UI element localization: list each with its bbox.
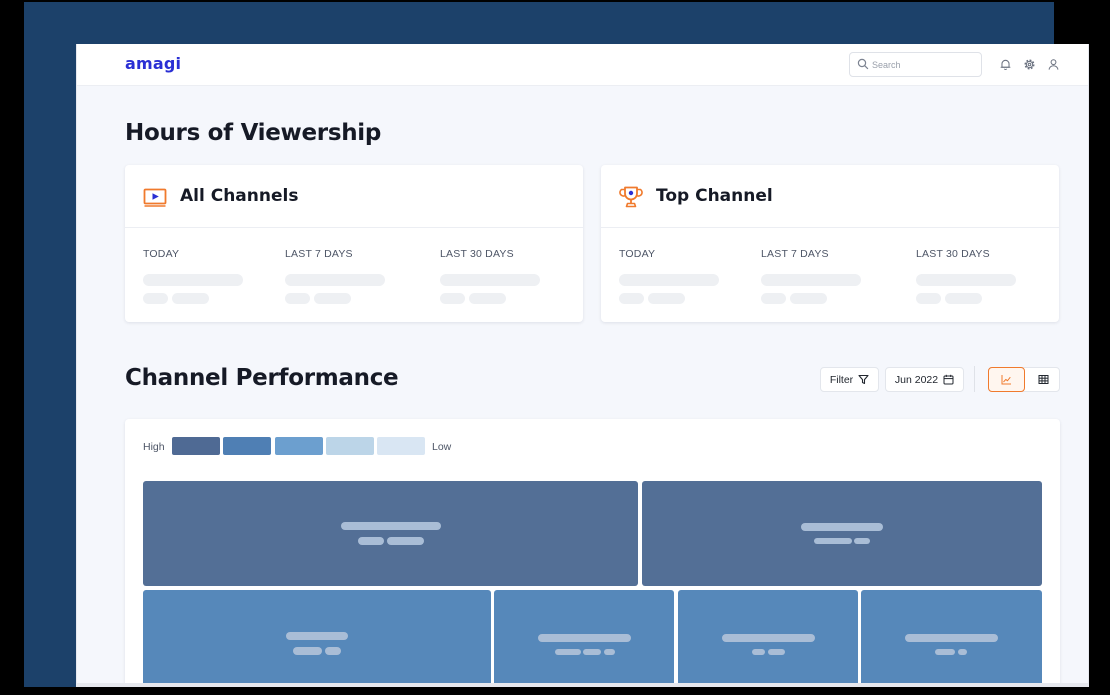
stat-last-30-days: LAST 30 DAYS bbox=[440, 248, 514, 260]
tile-value-placeholder bbox=[958, 649, 967, 655]
tile-label-placeholder bbox=[341, 522, 441, 530]
stat-label: LAST 7 DAYS bbox=[285, 248, 353, 260]
gear-icon[interactable] bbox=[1023, 58, 1036, 71]
treemap-tile[interactable] bbox=[642, 481, 1042, 586]
legend-swatch bbox=[275, 437, 323, 455]
table-view-toggle[interactable] bbox=[1025, 367, 1062, 392]
table-icon bbox=[1038, 375, 1049, 384]
legend-swatch bbox=[326, 437, 374, 455]
funnel-icon bbox=[858, 374, 869, 385]
value-placeholder bbox=[916, 274, 1016, 286]
amagi-logo[interactable]: amagi bbox=[125, 54, 181, 73]
tile-value-placeholder bbox=[935, 649, 955, 655]
stat-today: TODAY bbox=[143, 248, 179, 260]
value-placeholder bbox=[285, 274, 385, 286]
tile-value-placeholder bbox=[387, 537, 424, 545]
search-icon bbox=[857, 58, 869, 70]
stat-label: TODAY bbox=[143, 248, 180, 260]
play-icon bbox=[143, 188, 167, 207]
line-chart-icon bbox=[1001, 375, 1011, 385]
stat-label: LAST 7 DAYS bbox=[761, 248, 829, 260]
change-placeholder bbox=[790, 293, 827, 304]
calendar-icon bbox=[943, 374, 954, 385]
treemap-tile[interactable] bbox=[494, 590, 674, 683]
value-placeholder bbox=[761, 274, 861, 286]
app-window: amagi Hours of Viewership bbox=[77, 44, 1088, 683]
top-bar: amagi bbox=[77, 44, 1088, 86]
change-placeholder bbox=[440, 293, 465, 304]
legend-swatch bbox=[172, 437, 220, 455]
viewership-title: Hours of Viewership bbox=[125, 120, 382, 146]
treemap-tile[interactable] bbox=[143, 590, 491, 683]
tile-value-placeholder bbox=[768, 649, 785, 655]
change-placeholder bbox=[172, 293, 209, 304]
stat-label: LAST 30 DAYS bbox=[916, 248, 990, 260]
date-label: Jun 2022 bbox=[894, 373, 939, 386]
stat-today: TODAY bbox=[619, 248, 655, 260]
card-title: All Channels bbox=[180, 186, 299, 206]
filter-label: Filter bbox=[829, 373, 854, 386]
card-header: Top Channel bbox=[601, 165, 1059, 228]
toolbar-divider bbox=[974, 366, 975, 392]
tile-value-placeholder bbox=[752, 649, 765, 655]
tile-label-placeholder bbox=[801, 523, 883, 531]
change-placeholder bbox=[648, 293, 685, 304]
treemap-panel: High Low bbox=[125, 419, 1060, 683]
change-placeholder bbox=[469, 293, 506, 304]
trophy-icon bbox=[619, 186, 643, 208]
tile-value-placeholder bbox=[583, 649, 601, 655]
tile-value-placeholder bbox=[325, 647, 341, 655]
change-placeholder bbox=[619, 293, 644, 304]
bell-icon[interactable] bbox=[999, 58, 1012, 71]
tile-value-placeholder bbox=[854, 538, 870, 544]
change-placeholder bbox=[761, 293, 786, 304]
date-picker-button[interactable]: Jun 2022 bbox=[885, 367, 964, 392]
tile-value-placeholder bbox=[604, 649, 615, 655]
stat-label: TODAY bbox=[619, 248, 656, 260]
view-toggle bbox=[988, 367, 1060, 392]
tile-label-placeholder bbox=[722, 634, 815, 642]
all-channels-card: All Channels TODAY LAST 7 DAYS LAST 30 D… bbox=[125, 165, 583, 322]
tile-value-placeholder bbox=[293, 647, 322, 655]
stat-last-7-days: LAST 7 DAYS bbox=[761, 248, 829, 260]
legend-high-label: High bbox=[143, 441, 165, 453]
value-placeholder bbox=[143, 274, 243, 286]
treemap-tile[interactable] bbox=[143, 481, 638, 586]
change-placeholder bbox=[285, 293, 310, 304]
change-placeholder bbox=[945, 293, 982, 304]
value-placeholder bbox=[440, 274, 540, 286]
user-icon[interactable] bbox=[1047, 58, 1060, 71]
change-placeholder bbox=[916, 293, 941, 304]
tile-value-placeholder bbox=[358, 537, 384, 545]
legend-swatch bbox=[377, 437, 425, 455]
filter-button[interactable]: Filter bbox=[820, 367, 879, 392]
legend-low-label: Low bbox=[432, 441, 452, 453]
change-placeholder bbox=[314, 293, 351, 304]
tile-label-placeholder bbox=[538, 634, 631, 642]
change-placeholder bbox=[143, 293, 168, 304]
tile-value-placeholder bbox=[814, 538, 852, 544]
card-title: Top Channel bbox=[656, 186, 773, 206]
stat-last-30-days: LAST 30 DAYS bbox=[916, 248, 990, 260]
channel-performance-title: Channel Performance bbox=[125, 365, 399, 391]
stat-label: LAST 30 DAYS bbox=[440, 248, 514, 260]
search-input[interactable] bbox=[872, 56, 976, 73]
stat-last-7-days: LAST 7 DAYS bbox=[285, 248, 353, 260]
legend-swatch bbox=[223, 437, 271, 455]
treemap-tile[interactable] bbox=[861, 590, 1042, 683]
treemap-tile[interactable] bbox=[678, 590, 858, 683]
tile-value-placeholder bbox=[555, 649, 581, 655]
card-header: All Channels bbox=[125, 165, 583, 228]
tile-label-placeholder bbox=[286, 632, 348, 640]
top-channel-card: Top Channel TODAY LAST 7 DAYS LAST 30 DA… bbox=[601, 165, 1059, 322]
tile-label-placeholder bbox=[905, 634, 998, 642]
chart-view-toggle[interactable] bbox=[988, 367, 1025, 392]
search-box[interactable] bbox=[849, 52, 982, 77]
value-placeholder bbox=[619, 274, 719, 286]
